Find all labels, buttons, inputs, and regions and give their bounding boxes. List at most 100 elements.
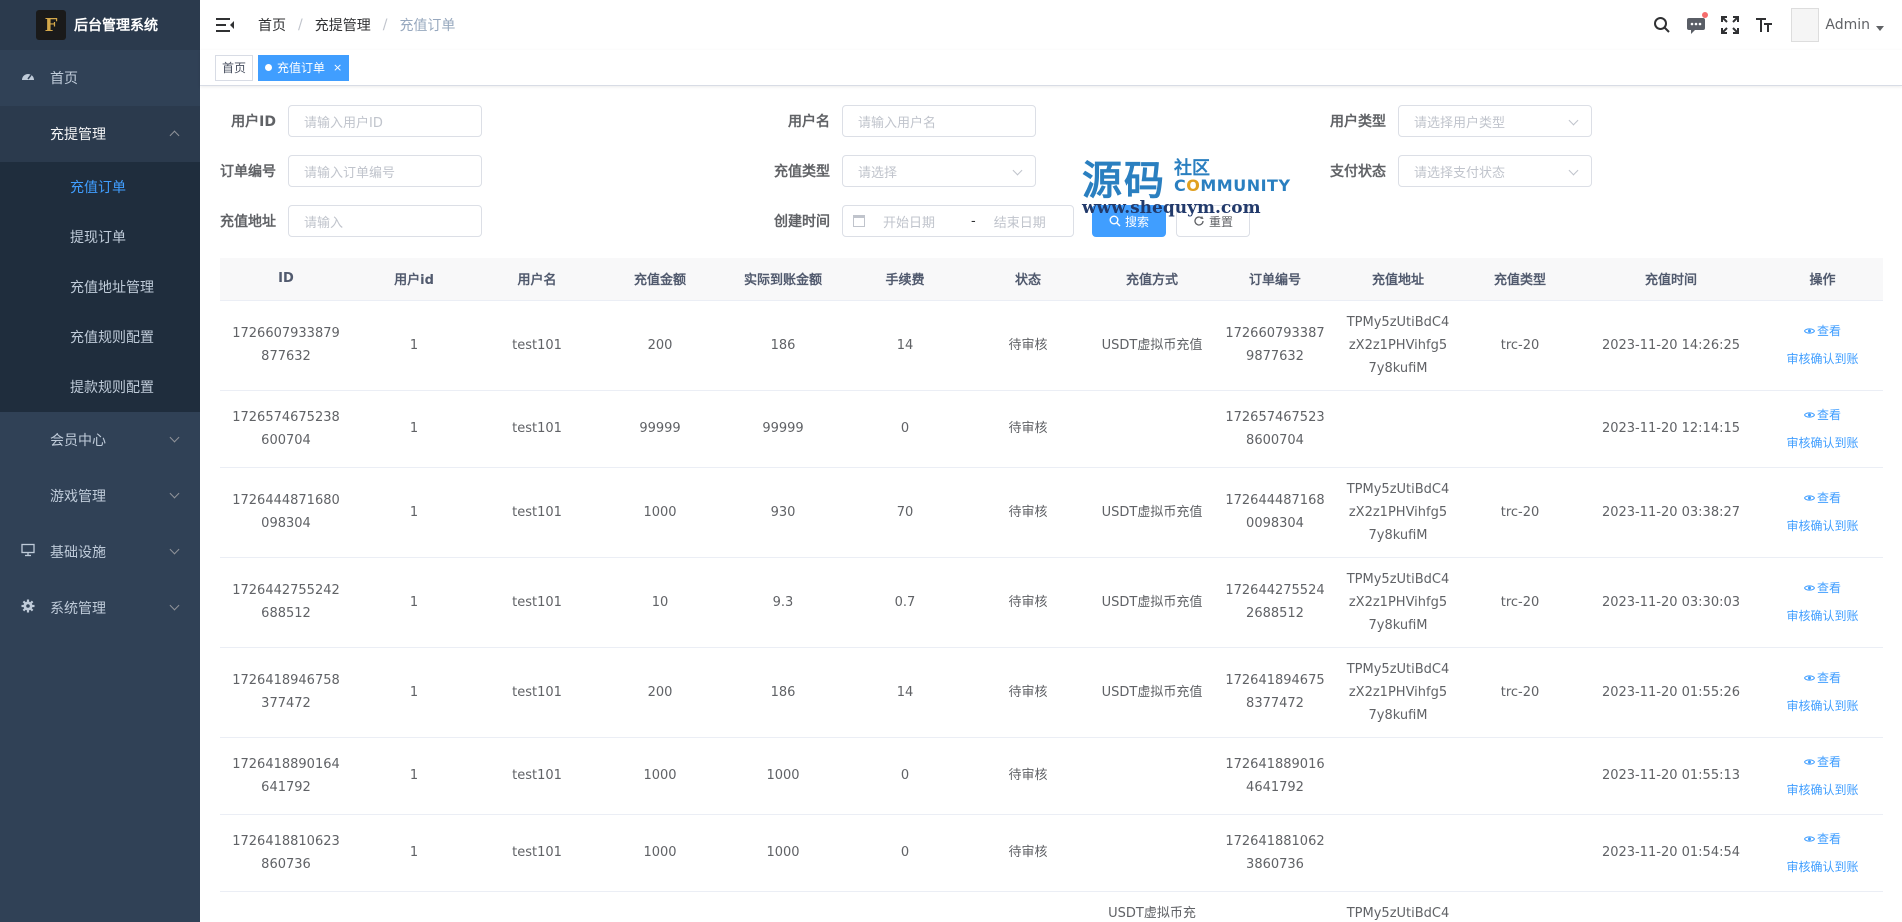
sidebar-item-withdraw-rules[interactable]: 提款规则配置: [0, 362, 200, 412]
cell-status: 待审核: [966, 300, 1090, 391]
view-button[interactable]: 查看: [1772, 574, 1873, 602]
order-no-input[interactable]: 请输入订单编号: [288, 155, 482, 187]
sidebar-item-recharge-orders[interactable]: 充值订单: [0, 162, 200, 212]
date-range-picker[interactable]: 开始日期 - 结束日期: [842, 205, 1074, 237]
fullscreen-icon[interactable]: [1719, 14, 1741, 36]
cell-address: [1336, 737, 1460, 815]
tag-home[interactable]: 首页: [215, 54, 254, 81]
table-row[interactable]: 1726418946758377472 1 test101 200 186 14 待审核 US…: [220, 647, 1883, 738]
user-type-select[interactable]: 请选择用户类型: [1398, 105, 1592, 137]
cell-type: trc-20: [1460, 647, 1580, 738]
username-input[interactable]: 请输入用户名: [842, 105, 1036, 137]
sidebar-item-infrastructure[interactable]: 基础设施: [0, 524, 200, 580]
hamburger-icon[interactable]: [216, 17, 234, 33]
view-button-label: 查看: [1816, 491, 1841, 505]
orders-table: ID 用户id 用户名 充值金额 实际到账金额 手续费 状态 充值方式 订单编号 充值地址 充值类型…: [220, 258, 1883, 922]
search-icon[interactable]: [1651, 14, 1673, 36]
avatar[interactable]: [1791, 8, 1820, 42]
cell-status: 待审核: [966, 557, 1090, 648]
recharge-type-select[interactable]: 请选择: [842, 155, 1036, 187]
eye-icon: [1803, 324, 1817, 338]
column-header: 手续费: [844, 258, 966, 301]
pay-status-placeholder: 请选择支付状态: [1414, 165, 1506, 181]
sidebar-item-system-mgmt[interactable]: 系统管理: [0, 580, 200, 636]
sidebar-item-recharge-mgmt[interactable]: •充提管理: [0, 106, 200, 162]
cell-id: 1726418890164641792: [220, 737, 352, 815]
chevron-down-icon: [1568, 165, 1579, 176]
cell-status: 待审核: [966, 390, 1090, 468]
cell-address: TPMy5zUtiBdC4zX2z1PHVihfg57y8kufiM: [1336, 300, 1460, 391]
sidebar-submenu: 充值订单 提现订单 充值地址管理 充值规则配置 提款规则配置: [0, 162, 200, 412]
view-button[interactable]: 查看: [1772, 748, 1873, 776]
chevron-down-icon: [169, 432, 180, 443]
cell-actions: 查看 审核确认到账: [1762, 737, 1883, 815]
cell-status: 待审核: [966, 647, 1090, 738]
created-time-label: 创建时间: [774, 214, 830, 230]
sidebar-item-withdraw-orders[interactable]: 提现订单: [0, 212, 200, 262]
cell-method: [1090, 390, 1214, 468]
column-header: ID: [220, 258, 352, 301]
tags-view: 首页 充值订单 ×: [200, 50, 1902, 86]
cell-type: [1460, 390, 1580, 468]
cell-actual-amount: 186: [722, 300, 844, 391]
cell-type: [1460, 814, 1580, 892]
view-button[interactable]: 查看: [1772, 484, 1873, 512]
filter-form: 用户ID 请输入用户ID 用户名 请输入用户名 用户类型 请选择用户类型 订单编…: [220, 105, 1902, 255]
font-size-icon[interactable]: [1753, 14, 1775, 36]
cell-actual-amount: [722, 891, 844, 922]
sidebar-item-recharge-address[interactable]: 充值地址管理: [0, 262, 200, 312]
cell-username: test101: [476, 300, 598, 391]
table-row[interactable]: 1726418810623860736 1 test101 1000 1000 0 待审核 1…: [220, 814, 1883, 892]
user-name[interactable]: Admin: [1825, 17, 1870, 33]
table-row[interactable]: USDT虚拟币充 TPMy5zUtiBdC4: [220, 891, 1883, 922]
close-icon[interactable]: ×: [333, 56, 342, 80]
caret-down-icon[interactable]: [1876, 25, 1884, 31]
table-row[interactable]: 1726574675238600704 1 test101 99999 99999 0 待审…: [220, 390, 1883, 468]
breadcrumb-home[interactable]: 首页: [258, 15, 286, 35]
table-row[interactable]: 1726444871680098304 1 test101 1000 930 70 待审核 U…: [220, 467, 1883, 558]
breadcrumb-recharge-mgmt[interactable]: 充提管理: [315, 15, 371, 35]
dashboard-icon: [20, 69, 36, 87]
confirm-arrival-button[interactable]: 审核确认到账: [1772, 602, 1873, 630]
cell-amount: 200: [598, 647, 722, 738]
table-row[interactable]: 1726442755242688512 1 test101 10 9.3 0.7 待审核 US…: [220, 557, 1883, 648]
view-button[interactable]: 查看: [1772, 664, 1873, 692]
table-row[interactable]: 1726418890164641792 1 test101 1000 1000 0 待审核 1…: [220, 737, 1883, 815]
user-type-placeholder: 请选择用户类型: [1414, 115, 1506, 131]
user-type-label: 用户类型: [1330, 114, 1386, 130]
view-button[interactable]: 查看: [1772, 401, 1873, 429]
start-date-input[interactable]: 开始日期: [883, 212, 935, 231]
sidebar-item-game-mgmt[interactable]: •游戏管理: [0, 468, 200, 524]
end-date-input[interactable]: 结束日期: [994, 212, 1046, 231]
cell-time: 2023-11-20 01:54:54: [1580, 814, 1762, 892]
table-body: 1726607933879877632 1 test101 200 186 14 待审核 US…: [220, 300, 1883, 922]
confirm-arrival-button[interactable]: 审核确认到账: [1772, 512, 1873, 540]
message-icon[interactable]: [1685, 12, 1709, 36]
cell-time: 2023-11-20 01:55:13: [1580, 737, 1762, 815]
watermark-url: www.shequym.com: [1082, 198, 1261, 218]
cell-fee: 0: [844, 814, 966, 892]
cell-id: 1726574675238600704: [220, 390, 352, 468]
cell-type: trc-20: [1460, 557, 1580, 648]
confirm-arrival-button[interactable]: 审核确认到账: [1772, 776, 1873, 804]
view-button[interactable]: 查看: [1772, 317, 1873, 345]
cell-order-no: 1726442755242688512: [1214, 557, 1336, 648]
chevron-down-icon: [169, 600, 180, 611]
sidebar-item-recharge-rules[interactable]: 充值规则配置: [0, 312, 200, 362]
sidebar-item-home[interactable]: 首页: [0, 50, 200, 106]
breadcrumb-current: 充值订单: [399, 18, 456, 34]
cell-method: USDT虚拟币充值: [1090, 647, 1214, 738]
eye-icon: [1803, 671, 1817, 685]
confirm-arrival-button[interactable]: 审核确认到账: [1772, 429, 1873, 457]
view-button[interactable]: 查看: [1772, 825, 1873, 853]
sidebar-item-member-center[interactable]: •会员中心: [0, 412, 200, 468]
notification-dot: [1702, 12, 1709, 18]
pay-status-select[interactable]: 请选择支付状态: [1398, 155, 1592, 187]
confirm-arrival-button[interactable]: 审核确认到账: [1772, 853, 1873, 881]
tag-recharge-orders[interactable]: 充值订单 ×: [258, 54, 350, 81]
table-row[interactable]: 1726607933879877632 1 test101 200 186 14 待审核 US…: [220, 300, 1883, 391]
address-input[interactable]: 请输入: [288, 205, 482, 237]
user-id-input[interactable]: 请输入用户ID: [288, 105, 482, 137]
confirm-arrival-button[interactable]: 审核确认到账: [1772, 345, 1873, 373]
confirm-arrival-button[interactable]: 审核确认到账: [1772, 692, 1873, 720]
